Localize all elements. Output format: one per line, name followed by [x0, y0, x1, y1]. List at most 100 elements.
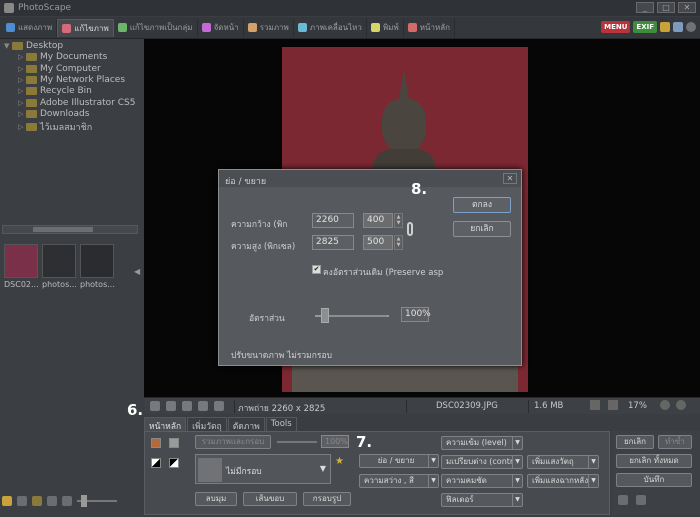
close-button[interactable]: ✕: [678, 2, 696, 13]
frame-swatch-icon[interactable]: [169, 438, 179, 448]
cancel-button[interactable]: ยกเลิก: [453, 221, 511, 237]
expand-arrow-icon[interactable]: ▷: [18, 110, 24, 118]
tree-item[interactable]: ▷ My Computer: [18, 64, 101, 74]
folder-icon: [26, 123, 37, 132]
tab-6[interactable]: พิมพ์: [367, 18, 404, 37]
combine-frame-button[interactable]: รวมภาพและกรอบ: [195, 435, 271, 449]
actual-size-icon[interactable]: [608, 400, 618, 410]
folder-icon[interactable]: [660, 22, 670, 32]
tab-1[interactable]: แก้ไขภาพ: [57, 18, 114, 37]
forward-arrow-icon[interactable]: [62, 496, 72, 506]
redo-button[interactable]: ทำซ้ำ: [658, 435, 692, 449]
folder-icon: [26, 53, 37, 62]
save-button[interactable]: บันทึก: [616, 473, 692, 487]
new-width-input[interactable]: 400: [363, 213, 393, 228]
keep-ratio-checkbox[interactable]: ✔: [312, 265, 321, 274]
tree-item[interactable]: ▷ My Network Places: [18, 75, 125, 85]
height-spinner[interactable]: ▲ ▼: [394, 235, 403, 250]
level-button[interactable]: ความเข้ม (level) ▼: [441, 436, 523, 450]
dialog-close-button[interactable]: ✕: [503, 173, 517, 184]
flip-icon[interactable]: [182, 401, 192, 411]
tree-item-label: My Documents: [40, 52, 108, 63]
tab-2[interactable]: แก้ไขภาพเป็นกลุ่ม: [114, 18, 198, 37]
tree-item[interactable]: ▷ My Documents: [18, 52, 107, 62]
thumbnail[interactable]: photos...: [80, 244, 115, 289]
add-background-light-button[interactable]: เพิ่มแสงฉากหลัง ▼: [527, 474, 599, 488]
tab-4[interactable]: รวมภาพ: [244, 18, 294, 37]
tab-label: แสดงภาพ: [18, 23, 53, 32]
back-arrow-icon[interactable]: [47, 496, 57, 506]
maximize-button[interactable]: □: [657, 2, 675, 13]
expand-arrow-icon[interactable]: ▷: [18, 76, 24, 84]
frame-select[interactable]: ไม่มีกรอบ ▼: [195, 454, 331, 484]
rotate-left-icon[interactable]: [150, 401, 160, 411]
combine-slider[interactable]: [277, 441, 317, 443]
undo-button[interactable]: ยกเลิก: [616, 435, 654, 449]
new-height-input[interactable]: 500: [363, 235, 393, 250]
menu-button[interactable]: MENU: [601, 21, 631, 33]
thumbnail-image: [42, 244, 76, 278]
tree-item-label: Adobe Illustrator CS5: [40, 97, 136, 108]
tab-5[interactable]: ภาพเคลื่อนไหว: [294, 18, 367, 37]
help-icon[interactable]: [686, 22, 696, 32]
ok-button[interactable]: ตกลง: [453, 197, 511, 213]
minimize-button[interactable]: _: [636, 2, 654, 13]
expand-arrow-icon[interactable]: ▷: [18, 53, 24, 61]
print-icon[interactable]: [636, 495, 646, 505]
round-corner-button[interactable]: ลบมุม: [195, 492, 237, 506]
rotate-right-icon[interactable]: [166, 401, 176, 411]
tree-item[interactable]: ▷ Downloads: [18, 109, 89, 119]
resize-button[interactable]: ย่อ / ขยาย ▼: [359, 454, 439, 468]
tab-label: แก้ไขภาพ: [74, 23, 109, 33]
thumbnail-label: photos...: [80, 280, 115, 289]
tab-0[interactable]: แสดงภาพ: [2, 18, 58, 37]
collapse-panel-icon[interactable]: ◀: [134, 267, 140, 276]
color-swatch-icon[interactable]: [151, 438, 161, 448]
dialog-title: ย่อ / ขยาย: [225, 177, 267, 187]
invert-icon[interactable]: [169, 458, 179, 468]
filter-button[interactable]: ฟิลเตอร์ ▼: [441, 493, 523, 507]
history-icon[interactable]: [214, 401, 224, 411]
tree-item[interactable]: ▷ Adobe Illustrator CS5: [18, 98, 135, 108]
settings-icon[interactable]: [198, 401, 208, 411]
bw-icon[interactable]: [151, 458, 161, 468]
tab-7[interactable]: หน้าหลัก: [404, 18, 455, 37]
expand-arrow-icon[interactable]: ▷: [18, 99, 24, 107]
zoom-in-icon[interactable]: [660, 400, 670, 410]
thumbnail[interactable]: DSC02...: [4, 244, 39, 289]
brightness-color-button[interactable]: ความสว่าง , สี ▼: [359, 474, 439, 488]
tree-scrollbar[interactable]: [2, 225, 138, 234]
dialog-note: ปรับขนาดภาพ ไม่รวมกรอบ: [231, 351, 332, 361]
star-icon[interactable]: [2, 496, 12, 506]
tree-item[interactable]: ▷ Recycle Bin: [18, 86, 92, 96]
window-icon[interactable]: [673, 22, 683, 32]
thumbnail[interactable]: photos...: [42, 244, 77, 289]
ratio-slider-thumb[interactable]: [321, 308, 329, 323]
zoom-out-icon[interactable]: [676, 400, 686, 410]
expand-arrow-icon[interactable]: ▷: [18, 65, 24, 73]
expand-arrow-icon[interactable]: ▷: [18, 123, 24, 131]
add-object-light-button[interactable]: เพิ่มแสงวัตถุ ▼: [527, 455, 599, 469]
new-file-icon[interactable]: [618, 495, 628, 505]
file-size: 1.6 MB: [534, 401, 564, 411]
open-folder-icon[interactable]: [32, 496, 42, 506]
expand-arrow-icon[interactable]: ▼: [4, 42, 10, 50]
action-panel: ยกเลิก ทำซ้ำ ยกเลิก ทั้งหมด บันทึก: [612, 431, 700, 515]
contrast-button[interactable]: มเปรียบต่าง (contr ▼: [441, 455, 523, 469]
tab-3[interactable]: จัดหน้า: [198, 18, 244, 37]
thumb-size-slider[interactable]: [77, 495, 117, 507]
frame-line-button[interactable]: กรอบรูป: [303, 492, 351, 506]
tree-item[interactable]: ▷ ไว้เมลสมาชิก: [18, 120, 92, 134]
fit-icon[interactable]: [590, 400, 600, 410]
exif-button[interactable]: EXIF: [633, 21, 657, 33]
favorite-star-icon[interactable]: ★: [335, 456, 344, 467]
step-8-marker: 8.: [411, 180, 428, 198]
expand-arrow-icon[interactable]: ▷: [18, 87, 24, 95]
undo-all-button[interactable]: ยกเลิก ทั้งหมด: [616, 454, 692, 468]
tree-item[interactable]: ▼ Desktop: [4, 41, 63, 51]
width-spinner[interactable]: ▲ ▼: [394, 213, 403, 228]
refresh-icon[interactable]: [17, 496, 27, 506]
zoom-level: 17%: [628, 401, 647, 411]
sharpen-button[interactable]: ความคมชัด ▼: [441, 474, 523, 488]
margin-button[interactable]: เส้นขอบ: [243, 492, 297, 506]
